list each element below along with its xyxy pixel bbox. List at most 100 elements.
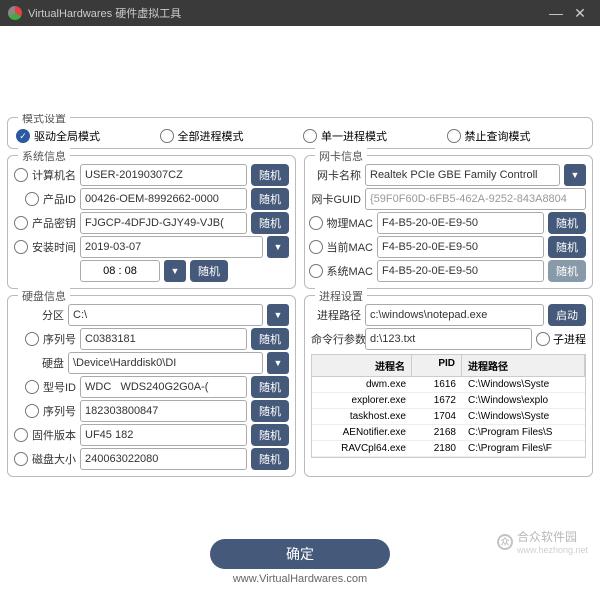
date-dropdown-button[interactable]: ▼ xyxy=(267,236,289,258)
cell-path: C:\Windows\Syste xyxy=(462,377,585,392)
firmware-input[interactable] xyxy=(80,424,247,446)
radio-icon xyxy=(160,129,174,143)
cmdline-args-input[interactable] xyxy=(365,328,532,350)
table-header-name[interactable]: 进程名 xyxy=(312,355,412,376)
cell-path: C:\Program Files\S xyxy=(462,425,585,440)
partition-input[interactable] xyxy=(68,304,263,326)
table-row[interactable]: taskhost.exe1704C:\Windows\Syste xyxy=(312,409,585,425)
random-button[interactable]: 随机 xyxy=(251,400,289,422)
nic-info-group: 网卡信息 网卡名称 ▼ 网卡GUID {59F0F60D-6FB5-462A-9… xyxy=(304,155,593,289)
random-button[interactable]: 随机 xyxy=(251,424,289,446)
mode-option-2[interactable]: 单一进程模式 xyxy=(303,128,441,144)
confirm-button[interactable]: 确定 xyxy=(210,539,390,569)
blank-area xyxy=(6,32,594,112)
random-button[interactable]: 随机 xyxy=(548,236,586,258)
disk-info-title: 硬盘信息 xyxy=(18,288,70,304)
close-button[interactable]: ✕ xyxy=(568,3,592,23)
system-info-group: 系统信息 计算机名 随机 产品ID 随机 产品密钥 随机 xyxy=(7,155,296,289)
window-title: VirtualHardwares 硬件虚拟工具 xyxy=(28,5,544,21)
titlebar: VirtualHardwares 硬件虚拟工具 — ✕ xyxy=(0,0,600,26)
table-row[interactable]: explorer.exe1672C:\Windows\explo xyxy=(312,393,585,409)
disk-size-input[interactable] xyxy=(80,448,247,470)
phys-mac-input[interactable] xyxy=(377,212,544,234)
partition-serial-input[interactable] xyxy=(80,328,247,350)
radio-icon xyxy=(303,129,317,143)
disk-dropdown-button[interactable]: ▼ xyxy=(267,352,289,374)
random-button[interactable]: 随机 xyxy=(251,448,289,470)
radio-icon[interactable] xyxy=(309,240,323,254)
cell-path: C:\Windows\Syste xyxy=(462,409,585,424)
process-group-title: 进程设置 xyxy=(315,288,367,304)
table-header-path[interactable]: 进程路径 xyxy=(462,355,585,376)
process-group: 进程设置 进程路径 启动 命令行参数 子进程 进程名 PI xyxy=(304,295,593,477)
cell-pid: 1616 xyxy=(412,377,462,392)
cell-process-name: explorer.exe xyxy=(312,393,412,408)
radio-icon[interactable] xyxy=(25,380,39,394)
app-icon xyxy=(8,6,22,20)
radio-icon[interactable] xyxy=(25,192,39,206)
cell-process-name: dwm.exe xyxy=(312,377,412,392)
table-row[interactable]: RAVCpl64.exe2180C:\Program Files\F xyxy=(312,441,585,457)
window-body: 模式设置 驱动全局模式 全部进程模式 单一进程模式 禁止查询模式 系统信息 计算… xyxy=(0,26,600,591)
disk-info-group: 硬盘信息 分区 ▼ 序列号 随机 硬盘 ▼ xyxy=(7,295,296,477)
model-id-input[interactable] xyxy=(80,376,247,398)
mode-option-1[interactable]: 全部进程模式 xyxy=(160,128,298,144)
mode-group: 模式设置 驱动全局模式 全部进程模式 单一进程模式 禁止查询模式 xyxy=(7,117,593,149)
process-path-input[interactable] xyxy=(365,304,544,326)
table-row[interactable]: dwm.exe1616C:\Windows\Syste xyxy=(312,377,585,393)
cell-pid: 1704 xyxy=(412,409,462,424)
minimize-button[interactable]: — xyxy=(544,3,568,23)
random-button[interactable]: 随机 xyxy=(548,212,586,234)
radio-icon[interactable] xyxy=(25,332,39,346)
cell-pid: 1672 xyxy=(412,393,462,408)
random-button[interactable]: 随机 xyxy=(251,212,289,234)
nic-name-input[interactable] xyxy=(365,164,560,186)
cell-process-name: RAVCpl64.exe xyxy=(312,441,412,456)
random-button[interactable]: 随机 xyxy=(548,260,586,282)
cell-pid: 2168 xyxy=(412,425,462,440)
product-key-input[interactable] xyxy=(80,212,247,234)
product-id-input[interactable] xyxy=(80,188,247,210)
radio-icon[interactable] xyxy=(25,404,39,418)
radio-checked-icon xyxy=(16,129,30,143)
child-process-option[interactable]: 子进程 xyxy=(536,331,586,347)
cell-path: C:\Windows\explo xyxy=(462,393,585,408)
cell-process-name: taskhost.exe xyxy=(312,409,412,424)
footer-url: www.VirtualHardwares.com xyxy=(4,571,596,587)
computer-name-input[interactable] xyxy=(80,164,247,186)
mode-option-0[interactable]: 驱动全局模式 xyxy=(16,128,154,144)
random-button[interactable]: 随机 xyxy=(251,376,289,398)
install-time-input[interactable] xyxy=(80,260,160,282)
disk-serial-input[interactable] xyxy=(80,400,247,422)
mode-group-title: 模式设置 xyxy=(18,114,70,126)
random-button[interactable]: 随机 xyxy=(251,164,289,186)
disk-path-input[interactable] xyxy=(68,352,263,374)
sys-mac-input[interactable] xyxy=(377,260,544,282)
watermark: 众 合众软件园 www.hezhong.net xyxy=(497,528,588,555)
curr-mac-input[interactable] xyxy=(377,236,544,258)
system-info-title: 系统信息 xyxy=(18,148,70,164)
random-button[interactable]: 随机 xyxy=(251,328,289,350)
random-button[interactable]: 随机 xyxy=(190,260,228,282)
install-date-input[interactable] xyxy=(80,236,263,258)
radio-icon[interactable] xyxy=(14,216,28,230)
radio-icon[interactable] xyxy=(14,168,28,182)
table-row[interactable]: AENotifier.exe2168C:\Program Files\S xyxy=(312,425,585,441)
radio-icon[interactable] xyxy=(309,216,323,230)
radio-icon[interactable] xyxy=(14,428,28,442)
radio-icon[interactable] xyxy=(14,452,28,466)
watermark-icon: 众 xyxy=(497,534,513,550)
radio-icon[interactable] xyxy=(14,240,28,254)
mode-option-3[interactable]: 禁止查询模式 xyxy=(447,128,585,144)
cell-process-name: AENotifier.exe xyxy=(312,425,412,440)
random-button[interactable]: 随机 xyxy=(251,188,289,210)
launch-button[interactable]: 启动 xyxy=(548,304,586,326)
cell-pid: 2180 xyxy=(412,441,462,456)
cell-path: C:\Program Files\F xyxy=(462,441,585,456)
radio-icon xyxy=(447,129,461,143)
partition-dropdown-button[interactable]: ▼ xyxy=(267,304,289,326)
nic-dropdown-button[interactable]: ▼ xyxy=(564,164,586,186)
table-header-pid[interactable]: PID xyxy=(412,355,462,376)
time-dropdown-button[interactable]: ▼ xyxy=(164,260,186,282)
radio-icon[interactable] xyxy=(309,264,323,278)
